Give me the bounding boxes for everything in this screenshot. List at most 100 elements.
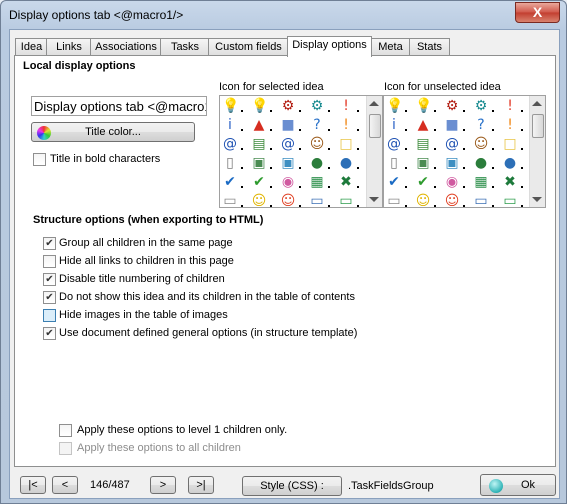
scroll-thumb[interactable] <box>532 114 544 138</box>
gear-teal-icon[interactable]: ⚙ <box>309 98 325 114</box>
warning-orange-icon[interactable]: ! <box>502 117 518 133</box>
unselected-icon-scrollbar[interactable] <box>529 96 545 207</box>
monitor-green-icon[interactable]: ▭ <box>502 193 518 207</box>
help-icon[interactable]: ? <box>473 117 489 133</box>
at-sign-icon[interactable]: @ <box>444 136 460 152</box>
monitor-icon[interactable]: ▭ <box>473 193 489 207</box>
structure-option-checkbox[interactable] <box>43 273 56 286</box>
scroll-up-arrow-icon[interactable] <box>532 101 542 106</box>
ok-button[interactable]: Ok <box>480 474 556 496</box>
blank-page-icon[interactable]: ▭ <box>222 193 238 207</box>
scroll-down-arrow-icon[interactable] <box>532 197 542 202</box>
close-button[interactable]: X <box>515 2 560 23</box>
tab-associations[interactable]: Associations <box>90 38 162 56</box>
smiley-red-icon[interactable]: ☺ <box>280 193 296 207</box>
selected-icon-scrollbar[interactable] <box>366 96 382 207</box>
excel-icon[interactable]: ▦ <box>473 174 489 190</box>
scroll-down-arrow-icon[interactable] <box>369 197 379 202</box>
lightbulb-blue-icon[interactable]: 💡 <box>415 98 432 114</box>
at-sign-icon[interactable]: @ <box>222 136 238 152</box>
person-icon[interactable]: ☺ <box>309 136 325 152</box>
at-sign-icon[interactable]: @ <box>280 136 296 152</box>
globe-icon[interactable]: ● <box>309 155 325 171</box>
smiley-icon[interactable]: ☺ <box>251 193 267 207</box>
separator-dot <box>521 129 523 131</box>
excel-icon[interactable]: ▦ <box>309 174 325 190</box>
tab-custom-fields[interactable]: Custom fields <box>208 38 289 56</box>
help-icon[interactable]: ? <box>309 117 325 133</box>
box-icon[interactable]: ■ <box>444 117 460 133</box>
title-bar[interactable]: Display options tab <@macro1/> X <box>1 1 566 29</box>
cross-excel-icon[interactable]: ✖ <box>338 174 354 190</box>
structure-option-checkbox[interactable] <box>43 255 56 268</box>
structure-option-checkbox[interactable] <box>43 237 56 250</box>
person-icon[interactable]: ☺ <box>473 136 489 152</box>
separator-dot <box>434 129 436 131</box>
checkmark-blue-icon[interactable]: ✔ <box>222 174 238 190</box>
image-icon[interactable]: ▣ <box>415 155 431 171</box>
smiley-icon[interactable]: ☺ <box>415 193 431 207</box>
image-landscape-icon[interactable]: ▣ <box>280 155 296 171</box>
gear-teal-icon[interactable]: ⚙ <box>473 98 489 114</box>
blank-page-icon[interactable]: ▭ <box>386 193 402 207</box>
box-icon[interactable]: ■ <box>280 117 296 133</box>
disc-icon[interactable]: ◉ <box>280 174 296 190</box>
gear-red-icon[interactable]: ⚙ <box>444 98 460 114</box>
image-landscape-icon[interactable]: ▣ <box>444 155 460 171</box>
last-record-button[interactable]: >| <box>188 476 214 494</box>
lightbulb-blue-icon[interactable]: 💡 <box>251 98 268 114</box>
scroll-up-arrow-icon[interactable] <box>369 101 379 106</box>
next-record-button[interactable]: > <box>150 476 176 494</box>
unselected-icon-list[interactable]: 💡 💡 ⚙ ⚙! i ▲ ■?! @ ▤ @ ☺ □ ▯ ▣ ▣ ● ● ✔ ✔ ◉ ▦ ✖ ▭ ☺ ☺ ▭ ▭ <box>383 95 546 208</box>
idea-title-input[interactable]: Display options tab <@macro1/> <box>31 96 207 116</box>
warning-red-icon[interactable]: ! <box>338 98 354 114</box>
book-icon[interactable]: ▤ <box>415 136 431 152</box>
warning-orange-icon[interactable]: ! <box>338 117 354 133</box>
structure-option-checkbox[interactable] <box>43 309 56 322</box>
warning-red-icon[interactable]: ! <box>502 98 518 114</box>
book-icon[interactable]: ▤ <box>251 136 267 152</box>
tab-idea[interactable]: Idea <box>15 38 48 56</box>
globe-icon[interactable]: ● <box>473 155 489 171</box>
globe-blue-icon[interactable]: ● <box>338 155 354 171</box>
tab-display-options[interactable]: Display options <box>287 36 372 57</box>
sticky-note-icon[interactable]: □ <box>502 136 518 152</box>
tab-links[interactable]: Links <box>46 38 92 56</box>
lightbulb-yellow-icon[interactable]: 💡 <box>386 98 403 114</box>
document-icon[interactable]: ▯ <box>222 155 238 171</box>
checkmark-blue-icon[interactable]: ✔ <box>386 174 402 190</box>
globe-blue-icon[interactable]: ● <box>502 155 518 171</box>
scroll-thumb[interactable] <box>369 114 381 138</box>
gear-red-icon[interactable]: ⚙ <box>280 98 296 114</box>
cross-excel-icon[interactable]: ✖ <box>502 174 518 190</box>
tab-tasks[interactable]: Tasks <box>160 38 210 56</box>
tab-stats[interactable]: Stats <box>409 38 450 56</box>
document-icon[interactable]: ▯ <box>386 155 402 171</box>
disc-icon[interactable]: ◉ <box>444 174 460 190</box>
info-icon[interactable]: i <box>222 117 238 133</box>
tab-meta[interactable]: Meta <box>370 38 411 56</box>
image-icon[interactable]: ▣ <box>251 155 267 171</box>
checkmark-green-icon[interactable]: ✔ <box>251 174 267 190</box>
separator-dot <box>357 186 359 188</box>
shapes-icon[interactable]: ▲ <box>251 117 267 133</box>
apply-level1-checkbox[interactable] <box>59 424 72 437</box>
info-icon[interactable]: i <box>386 117 402 133</box>
previous-record-button[interactable]: < <box>52 476 78 494</box>
at-sign-icon[interactable]: @ <box>386 136 402 152</box>
monitor-green-icon[interactable]: ▭ <box>338 193 354 207</box>
first-record-button[interactable]: |< <box>20 476 46 494</box>
checkmark-green-icon[interactable]: ✔ <box>415 174 431 190</box>
smiley-red-icon[interactable]: ☺ <box>444 193 460 207</box>
title-color-button[interactable]: Title color... <box>31 122 195 142</box>
structure-option-checkbox[interactable] <box>43 291 56 304</box>
structure-option-checkbox[interactable] <box>43 327 56 340</box>
shapes-icon[interactable]: ▲ <box>415 117 431 133</box>
bold-title-checkbox[interactable] <box>33 153 46 166</box>
lightbulb-yellow-icon[interactable]: 💡 <box>222 98 239 114</box>
style-css-button[interactable]: Style (CSS) : <box>242 476 342 496</box>
selected-icon-list[interactable]: 💡 💡 ⚙ ⚙! i ▲ ■?! @ ▤ @ ☺ □ ▯ ▣ ▣ ● ● ✔ ✔ ◉ ▦ ✖ ▭ ☺ ☺ ▭ ▭ <box>219 95 383 208</box>
separator-dot <box>463 186 465 188</box>
sticky-note-icon[interactable]: □ <box>338 136 354 152</box>
monitor-icon[interactable]: ▭ <box>309 193 325 207</box>
